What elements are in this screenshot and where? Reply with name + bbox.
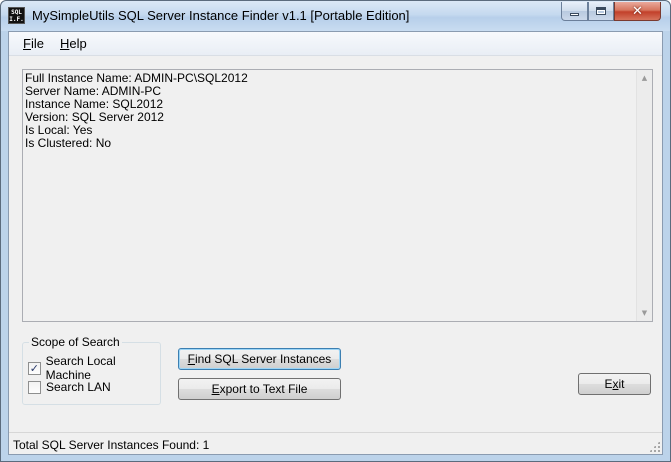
exit-button[interactable]: Ex it [578,373,651,395]
maximize-button[interactable] [588,2,614,21]
app-icon[interactable]: SQL I.F. [8,7,25,24]
results-textbox[interactable]: Full Instance Name: ADMIN-PC\SQL2012 Ser… [22,69,653,322]
minimize-icon [570,12,579,16]
status-text: Total SQL Server Instances Found: 1 [13,438,210,452]
menu-bar: File Help [9,32,662,56]
result-line: Is Clustered: No [25,136,112,150]
vertical-scrollbar[interactable]: ▲ ▼ [636,70,652,321]
maximize-icon [596,7,606,15]
search-lan-label[interactable]: Search LAN [46,380,111,394]
checkbox-unchecked-icon[interactable] [28,380,41,394]
status-bar: Total SQL Server Instances Found: 1 [9,432,662,454]
app-window: SQL I.F. MySimpleUtils SQL Server Instan… [0,0,671,462]
window-title: MySimpleUtils SQL Server Instance Finder… [32,8,410,23]
client-area: File Help Full Instance Name: ADMIN-PC\S… [8,31,663,455]
search-local-label[interactable]: Search Local Machine [46,354,160,382]
scope-of-search-legend: Scope of Search [29,335,122,349]
menu-help[interactable]: Help [60,36,87,51]
title-bar[interactable]: SQL I.F. MySimpleUtils SQL Server Instan… [1,1,670,31]
export-to-text-button[interactable]: Export to Text File [178,378,341,400]
checkbox-checked-icon[interactable]: ✓ [28,361,41,375]
menu-file[interactable]: File [23,36,44,51]
search-lan-checkbox[interactable]: Search LAN [28,380,111,394]
close-icon: ✕ [632,3,643,19]
resize-grip-icon[interactable] [649,441,660,452]
scroll-up-icon[interactable]: ▲ [637,70,652,86]
scope-of-search-group: Scope of Search ✓ Search Local Machine S… [22,335,161,405]
close-button[interactable]: ✕ [614,2,661,21]
results-text: Full Instance Name: ADMIN-PC\SQL2012 Ser… [25,72,248,150]
minimize-button[interactable] [561,2,588,21]
scroll-down-icon[interactable]: ▼ [637,305,652,321]
find-instances-button[interactable]: Find SQL Server Instances [178,348,341,370]
search-local-checkbox[interactable]: ✓ Search Local Machine [28,354,160,382]
